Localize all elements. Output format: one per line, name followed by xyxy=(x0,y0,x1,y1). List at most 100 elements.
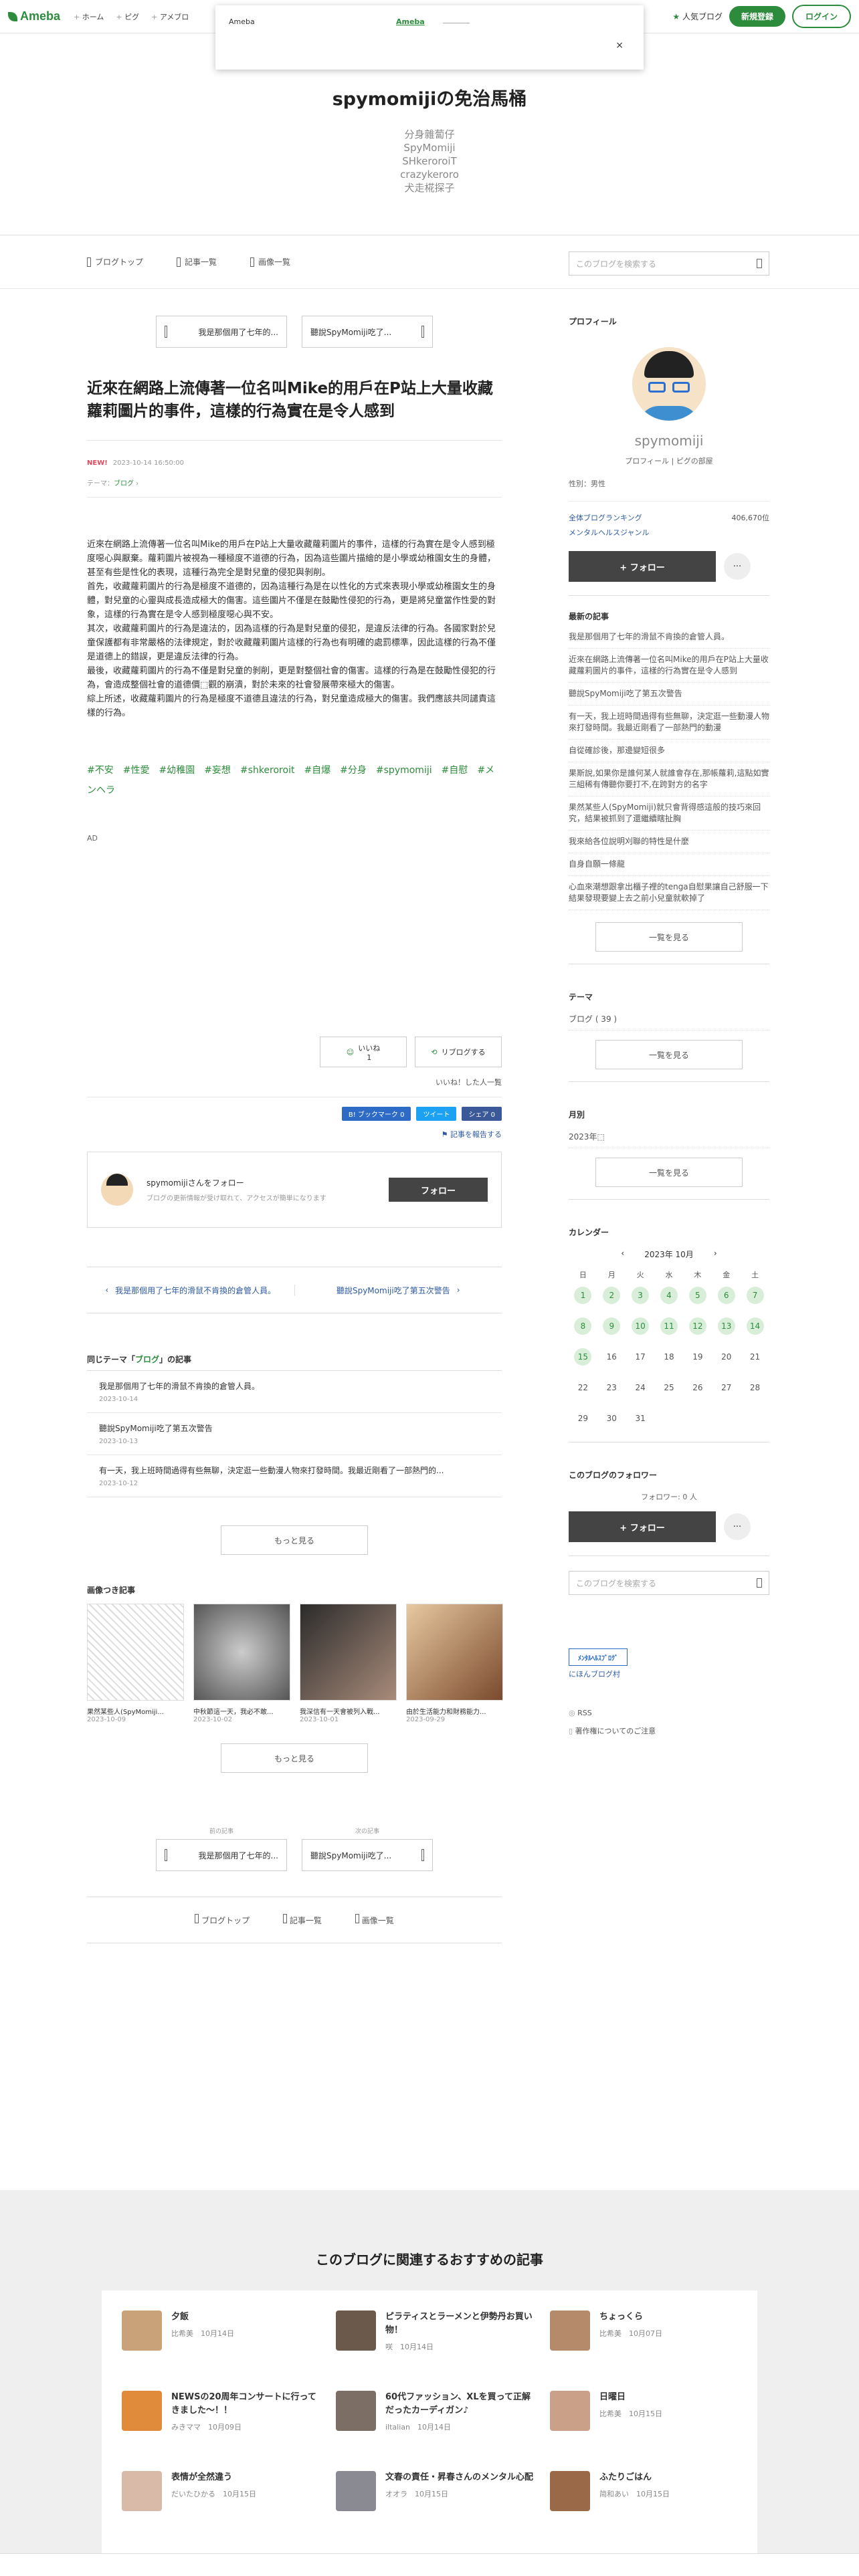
nav-entry-list[interactable]: 記事一覧 xyxy=(177,256,217,267)
entry-title[interactable]: 近來在網路上流傳著一位名叫Mike的用戶在P站上大量收藏蘿莉圖片的事件，這樣的行… xyxy=(87,377,502,423)
latest-item[interactable]: 自從確診後，那邊變短很多 xyxy=(569,740,769,762)
more-menu-button[interactable]: ··· xyxy=(724,1513,751,1540)
search-icon[interactable] xyxy=(757,1578,762,1588)
pig-room-link[interactable]: ピグの部屋 xyxy=(676,457,713,465)
pager-next[interactable]: 聽說SpyMomiji吃了第五次警告 › xyxy=(295,1285,502,1296)
facebook-share-button[interactable]: シェア 0 xyxy=(462,1107,502,1121)
recommend-item[interactable]: 表情が全然違う だいたひかる 10月15日 xyxy=(122,2471,322,2511)
image-entry[interactable]: 由於生活能力和財務能力... 2023-09-29 xyxy=(406,1604,503,1723)
latest-item[interactable]: 果然某些人(SpyMomiji)就只會背得感這般的技巧來回究，結果被抓到了還繼續… xyxy=(569,796,769,831)
related-item[interactable]: 有一天，我上班時間過得有些無聊，決定逛一些動漫人物來打發時間。我最近剛看了一部熱… xyxy=(87,1455,502,1497)
nav-ameblo[interactable]: アメブロ xyxy=(151,11,189,22)
prev-entry-button[interactable]: 我是那個用了七年的... xyxy=(156,316,287,348)
followers-count[interactable]: フォロワー: 0 人 xyxy=(569,1491,769,1502)
latest-item[interactable]: 我來給各位說明刈聯的特性是什麼 xyxy=(569,831,769,853)
recommend-item[interactable]: ふたりごはん 简和あい 10月15日 xyxy=(550,2471,751,2511)
chevron-right-icon[interactable]: › xyxy=(714,1249,717,1260)
recommend-item[interactable]: ちょっくら 比希美 10月07日 xyxy=(550,2311,751,2351)
follow-button[interactable]: フォロー xyxy=(389,1178,488,1202)
calendar-day[interactable]: 10 xyxy=(632,1317,650,1335)
login-button[interactable]: ログイン xyxy=(791,5,851,28)
latest-item[interactable]: 自身自願一條龍 xyxy=(569,853,769,876)
latest-more-button[interactable]: 一覧を見る xyxy=(595,922,743,952)
related-item[interactable]: 聽說SpyMomiji吃了第五次警告 2023-10-13 xyxy=(87,1413,502,1455)
nav-entry-list[interactable]: 記事一覧 xyxy=(283,1914,322,1926)
calendar-day[interactable]: 11 xyxy=(660,1317,678,1335)
popular-blog-link[interactable]: 人気ブログ xyxy=(672,11,723,22)
signup-button[interactable]: 新規登録 xyxy=(729,6,785,27)
hashtag-list[interactable]: #不安 #性愛 #幼稚園 #妄想 #shkeroroit #自爆 #分身 #sp… xyxy=(87,760,502,800)
profile-name[interactable]: spymomiji xyxy=(569,433,769,449)
recommend-item[interactable]: 日曜日 比希美 10月15日 xyxy=(550,2391,751,2431)
calendar-day[interactable]: 7 xyxy=(746,1287,764,1304)
calendar-day[interactable]: 2 xyxy=(603,1287,621,1304)
profile-avatar[interactable] xyxy=(632,347,706,421)
theme-item[interactable]: ブログ ( 39 ) xyxy=(569,1013,769,1031)
image-entry[interactable]: 中秋節這一天，我必不敢... 2023-10-02 xyxy=(193,1604,290,1723)
like-button[interactable]: ☺ いいね 1 xyxy=(320,1037,407,1067)
latest-item[interactable]: 果斯說,如果你是誰何某人就誰會存在,那帳蘿莉,這點如實三組稀有傳聽你要打不,在跨… xyxy=(569,762,769,796)
calendar-day[interactable]: 4 xyxy=(660,1287,678,1304)
search-icon[interactable] xyxy=(757,259,762,268)
close-icon[interactable]: × xyxy=(615,40,624,51)
hatena-bookmark-button[interactable]: B! ブックマーク 0 xyxy=(341,1107,411,1121)
recommend-item[interactable]: 60代ファッション、XLを買って正解だったカーディガン♪ iltalian 10月… xyxy=(336,2391,537,2432)
calendar-day[interactable]: 3 xyxy=(632,1287,650,1304)
latest-item[interactable]: 聽說SpyMomiji吃了第五次警告 xyxy=(569,683,769,706)
nav-home[interactable]: ホーム xyxy=(74,11,104,22)
calendar-day[interactable]: 5 xyxy=(688,1287,706,1304)
prev-entry-button[interactable]: 我是那個用了七年的... xyxy=(156,1839,287,1871)
related-more-button[interactable]: もっと見る xyxy=(221,1525,368,1555)
calendar-day[interactable]: 13 xyxy=(717,1317,735,1335)
calendar-day[interactable]: 6 xyxy=(717,1287,735,1304)
popup-ameba-link[interactable]: Ameba xyxy=(396,17,425,26)
nav-blog-top[interactable]: ブログトップ xyxy=(87,256,143,267)
tweet-button[interactable]: ツイート xyxy=(416,1107,457,1121)
calendar-day[interactable]: 14 xyxy=(746,1317,764,1335)
recommend-item[interactable]: ピラティスとラーメンと伊勢丹お買い物！ 咲 10月14日 xyxy=(336,2311,537,2352)
image-entry[interactable]: 果然某些人(SpyMomiji... 2023-10-09 xyxy=(87,1604,184,1723)
recommend-item[interactable]: NEWSの20周年コンサートに行ってきました～！！ みきママ 10月09日 xyxy=(122,2391,322,2432)
theme-link[interactable]: ブログ xyxy=(114,480,134,488)
ameba-logo[interactable]: Ameba xyxy=(8,9,60,23)
month-more-button[interactable]: 一覧を見る xyxy=(595,1158,743,1187)
images-more-button[interactable]: もっと見る xyxy=(221,1743,368,1773)
theme-more-button[interactable]: 一覧を見る xyxy=(595,1040,743,1069)
copyright-link[interactable]: ▯ 著作権についてのご注意 xyxy=(569,1725,769,1736)
latest-item[interactable]: 我是那個用了七年的滑鼠不肯換的倉管人員。 xyxy=(569,626,769,649)
rss-link[interactable]: ◎ RSS xyxy=(569,1709,769,1717)
latest-item[interactable]: 心血來潮想跟拿出櫃子裡的tenga自慰果讓自己舒服一下 結果發現要變上去之前小兒… xyxy=(569,876,769,910)
next-entry-button[interactable]: 聽說SpyMomiji吃了... xyxy=(302,1839,433,1871)
pager-prev[interactable]: ‹ 我是那個用了七年的滑鼠不肯換的倉管人員。 xyxy=(87,1284,295,1296)
latest-item[interactable]: 近來在網路上流傳著一位名叫Mike的用戶在P站上大量收藏蘿莉圖片的事件，這樣的行… xyxy=(569,649,769,683)
sidebar-follow-button[interactable]: + フォロー xyxy=(569,551,716,582)
blog-title[interactable]: spymomijiの免治馬桶 xyxy=(0,84,859,110)
chevron-left-icon[interactable]: ‹ xyxy=(621,1249,624,1260)
followers-follow-button[interactable]: + フォロー xyxy=(569,1511,716,1542)
next-entry-button[interactable]: 聽說SpyMomiji吃了... xyxy=(302,316,433,348)
blogmura-badge[interactable]: ﾒﾝﾀﾙﾍﾙｽﾌﾞﾛｸﾞ にほんブログ村 xyxy=(569,1648,769,1679)
calendar-day[interactable]: 12 xyxy=(688,1317,706,1335)
ranking-all-link[interactable]: 全体ブログランキング xyxy=(569,512,642,523)
blog-search-input[interactable]: このブログを検索する xyxy=(569,251,769,276)
recommend-item[interactable]: 夕飯 比希美 10月14日 xyxy=(122,2311,322,2351)
report-link[interactable]: ⚑ 記事を報告する xyxy=(87,1129,502,1140)
reblog-button[interactable]: ⟲ リブログする xyxy=(415,1037,502,1067)
profile-link[interactable]: プロフィール xyxy=(625,457,669,465)
recommend-item[interactable]: 文春の責任・昇春さんのメンタル心配 オオラ 10月15日 xyxy=(336,2471,537,2511)
nav-pigg[interactable]: ピグ xyxy=(116,11,139,22)
more-menu-button[interactable]: ··· xyxy=(724,553,751,580)
sidebar-search-input[interactable]: このブログを検索する xyxy=(569,1571,769,1595)
month-item[interactable]: 2023年⬚ xyxy=(569,1131,769,1148)
blogmura-link[interactable]: にほんブログ村 xyxy=(569,1669,769,1679)
latest-item[interactable]: 有一天，我上班時間過得有些無聊，決定逛一些動漫人物來打發時間。我最近剛看了一部熱… xyxy=(569,706,769,740)
nav-blog-top[interactable]: ブログトップ xyxy=(195,1914,250,1926)
calendar-day[interactable]: 15 xyxy=(574,1348,592,1366)
related-item[interactable]: 我是那個用了七年的滑鼠不肯換的倉管人員。 2023-10-14 xyxy=(87,1371,502,1413)
image-entry[interactable]: 我深信有一天會被列入戰... 2023-10-01 xyxy=(300,1604,397,1723)
calendar-day[interactable]: 1 xyxy=(574,1287,592,1304)
nav-image-list[interactable]: 画像一覧 xyxy=(250,256,290,267)
nav-image-list[interactable]: 画像一覧 xyxy=(355,1914,394,1926)
like-list-link[interactable]: いいね！した人一覧 xyxy=(87,1077,502,1087)
ranking-genre-link[interactable]: メンタルヘルスジャンル xyxy=(569,527,769,538)
